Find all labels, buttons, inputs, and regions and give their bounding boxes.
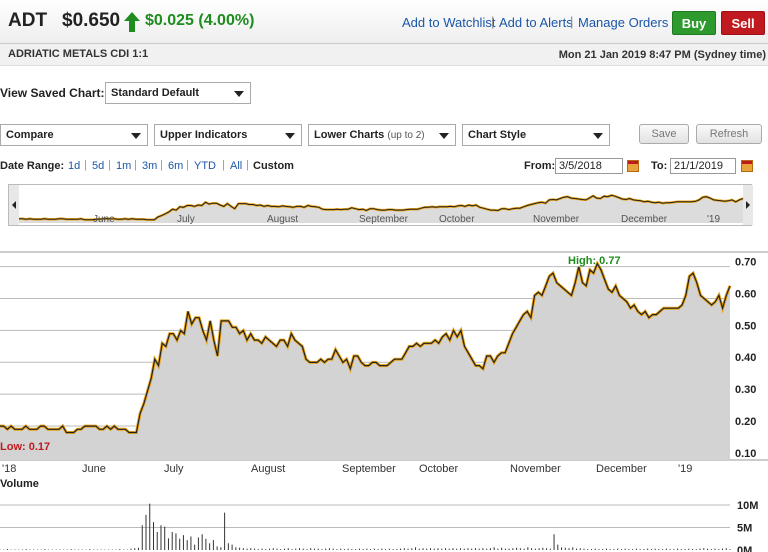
link-separator: | [570,14,574,29]
volume-tick-label: 5M [737,523,752,535]
to-date-input[interactable]: 21/1/2019 [670,158,736,174]
volume-tick-label: 10M [737,500,758,512]
x-tick-label: November [510,463,561,475]
lower-charts-note: (up to 2) [387,130,425,141]
volume-tick-label: 0M [737,545,752,552]
range-separator: | [84,159,87,171]
ticker-symbol: ADT [8,10,48,31]
x-tick-label: July [164,463,184,475]
up-arrow-icon [124,12,140,32]
navigator-month-label: October [439,214,475,225]
chevron-down-icon [285,133,295,139]
range-1d[interactable]: 1d [68,160,80,172]
navigator-month-label: July [177,214,195,225]
y-tick-label: 0.30 [735,384,756,396]
y-tick-label: 0.60 [735,288,756,300]
navigator-month-label: December [621,214,668,225]
to-label: To: [651,160,668,172]
range-separator: | [134,159,137,171]
low-label: Low: 0.17 [0,441,50,453]
sell-button[interactable]: Sell [721,11,765,35]
refresh-button[interactable]: Refresh [696,124,762,144]
range-5d[interactable]: 5d [92,160,104,172]
from-label: From: [524,160,556,172]
link-separator: | [491,14,495,29]
navigator-chart: June July August September October November De… [9,185,753,225]
x-tick-label: '18 [2,463,16,475]
from-date-input[interactable]: 3/5/2018 [555,158,623,174]
chevron-down-icon [131,133,141,139]
date-range-label: Date Range: [0,160,65,172]
calendar-icon[interactable] [741,160,753,172]
lower-charts-label: Lower Charts [314,129,385,141]
saved-chart-select[interactable]: Standard Default [105,82,251,104]
range-separator: | [160,159,163,171]
navigator-month-label: June [93,214,115,225]
y-tick-label: 0.40 [735,352,756,364]
x-tick-label: August [251,463,285,475]
range-1m[interactable]: 1m [116,160,131,172]
lower-charts-select[interactable]: Lower Charts (up to 2) [308,124,456,146]
chevron-down-icon [593,133,603,139]
high-label: High: 0.77 [568,255,621,267]
quote-header: ADT $0.650 $0.025 (4.00%) Add to Watchli… [0,0,768,44]
x-tick-label: December [596,463,647,475]
chevron-down-icon [439,133,449,139]
price-chart: 0.70 0.60 0.50 0.40 0.30 0.20 0.10 '18 June July… [0,251,768,552]
x-tick-label: October [419,463,458,475]
calendar-icon[interactable] [627,160,639,172]
navigator-month-label: November [533,214,580,225]
upper-indicators-label: Upper Indicators [160,129,248,141]
navigator-month-label: September [359,214,409,225]
add-to-alerts-link[interactable]: Add to Alerts [499,15,573,30]
last-price: $0.650 [62,10,121,31]
chart-style-label: Chart Style [468,129,527,141]
range-separator: | [246,159,249,171]
y-tick-label: 0.20 [735,416,756,428]
chevron-down-icon [234,91,244,97]
quote-datetime: Mon 21 Jan 2019 8:47 PM (Sydney time) [558,49,766,61]
range-6m[interactable]: 6m [168,160,183,172]
saved-chart-value: Standard Default [111,87,200,99]
range-3m[interactable]: 3m [142,160,157,172]
navigator-month-label: August [267,214,298,225]
x-tick-label: June [82,463,106,475]
add-to-watchlist-link[interactable]: Add to Watchlist [402,15,495,30]
upper-indicators-select[interactable]: Upper Indicators [154,124,302,146]
x-tick-label: September [342,463,396,475]
y-tick-label: 0.50 [735,320,756,332]
chart-style-select[interactable]: Chart Style [462,124,610,146]
manage-orders-link[interactable]: Manage Orders [578,15,668,30]
company-name: ADRIATIC METALS CDI 1:1 [8,48,149,60]
navigator-month-label: '19 [707,214,720,225]
compare-label: Compare [6,129,54,141]
price-change: $0.025 (4.00%) [145,12,255,29]
range-navigator[interactable]: June July August September October November De… [8,184,753,226]
x-tick-label: '19 [678,463,692,475]
y-tick-label: 0.10 [735,448,756,460]
range-ytd[interactable]: YTD [194,160,216,172]
range-all[interactable]: All [230,160,242,172]
saved-chart-label: View Saved Chart: [0,86,105,100]
volume-label: Volume [0,478,39,490]
range-separator: | [222,159,225,171]
range-separator: | [186,159,189,171]
y-tick-label: 0.70 [735,257,756,269]
save-button[interactable]: Save [639,124,689,144]
compare-select[interactable]: Compare [0,124,148,146]
buy-button[interactable]: Buy [672,11,716,35]
range-separator: | [108,159,111,171]
range-custom[interactable]: Custom [253,160,294,172]
